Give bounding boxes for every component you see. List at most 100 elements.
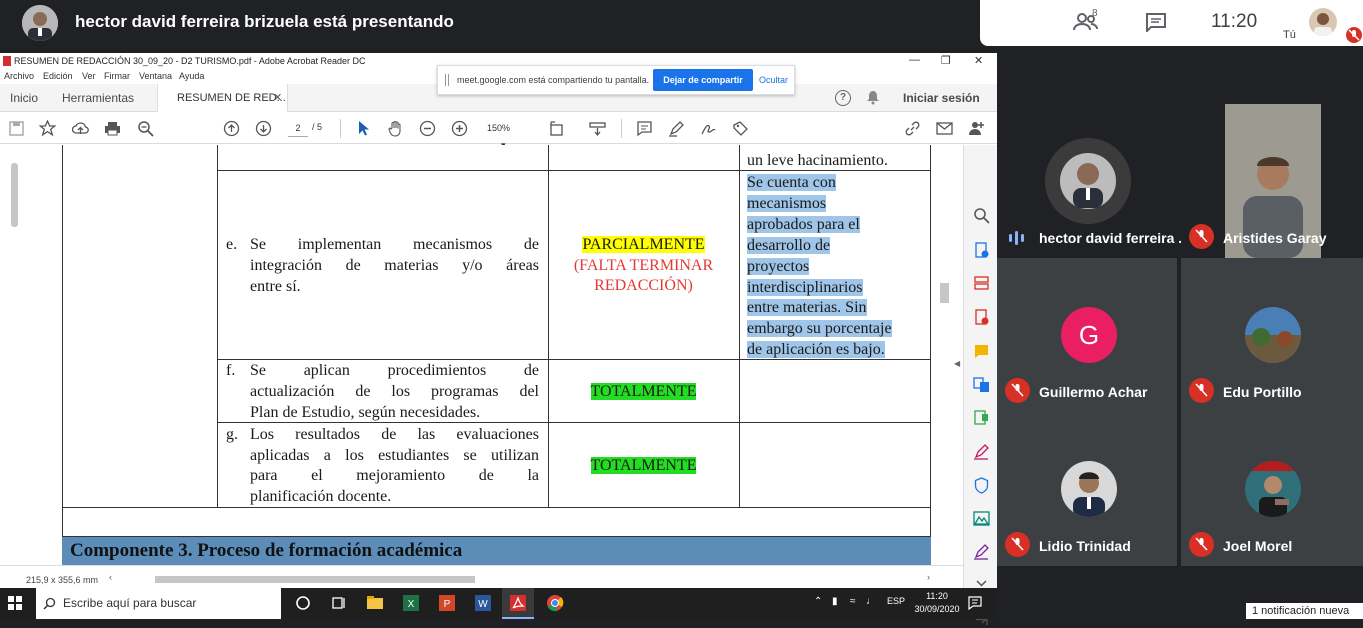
menu-firmar[interactable]: Firmar [104,71,130,81]
pdf-page: un leve hacinamiento. e. Se implementan … [25,145,937,565]
tag-share-icon[interactable] [732,120,749,137]
page-down-icon[interactable] [255,120,272,137]
word-icon[interactable]: W [473,593,493,613]
participant-avatar [1245,461,1301,517]
battery-icon[interactable]: ▮ [832,596,838,607]
zoom-in-icon[interactable] [451,120,468,137]
select-cursor-icon[interactable] [355,120,372,137]
create-pdf-icon[interactable] [973,309,990,326]
powerpoint-icon[interactable]: P [437,593,457,613]
zoom-search-icon[interactable] [137,120,154,137]
participant-tile[interactable]: G Guillermo Achar [997,258,1177,412]
acrobat-window: RESUMEN DE REDACCIÓN 30_09_20 - D2 TURIS… [0,53,997,625]
protect-shield-icon[interactable] [973,477,990,494]
acrobat-taskbar-button[interactable] [502,588,534,619]
add-user-icon[interactable] [968,120,985,137]
notification-toast[interactable]: 1 notificación nueva [1246,603,1363,619]
stop-sharing-button[interactable]: Dejar de compartir [653,69,753,91]
right-scrollbar[interactable]: ◀ [937,145,963,565]
cortana-icon[interactable] [293,593,313,613]
page-size-text: 215,9 x 355,6 mm [26,575,99,585]
request-signature-icon[interactable] [973,543,990,560]
horizontal-scrollbar[interactable]: ‹ › [109,572,933,584]
print-icon[interactable] [104,120,121,137]
language-indicator[interactable]: ESP [887,596,905,606]
help-icon[interactable]: ? [835,90,851,106]
taskbar-clock[interactable]: 11:20 30/09/2020 [912,590,962,616]
row-g-status: TOTALMENTE [548,455,739,476]
participant-tile[interactable]: Joel Morel [1181,412,1363,566]
participant-tile[interactable]: Aristides Garay [1181,104,1363,258]
chrome-icon[interactable] [545,593,565,613]
close-icon[interactable]: ✕ [974,54,983,67]
window-title: RESUMEN DE REDACCIÓN 30_09_20 - D2 TURIS… [14,56,366,66]
participant-tile[interactable]: hector david ferreira ... [997,104,1190,258]
screen-share-bar: meet.google.com está compartiendo tu pan… [437,65,795,95]
zoom-select[interactable]: 150% ▾ [481,120,531,150]
participant-avatar: G [1061,307,1117,363]
menu-edicion[interactable]: Edición [43,71,73,81]
tray-chevron-icon[interactable]: ⌃ [814,596,822,607]
tab-herramientas[interactable]: Herramientas [62,91,134,105]
sign-icon[interactable] [700,120,717,137]
combine-files-icon[interactable] [973,376,990,393]
tab-inicio[interactable]: Inicio [10,91,38,105]
highlight-pen-icon[interactable] [668,120,685,137]
acrobat-toolbar: 2 / 5 150% ▾ [0,113,997,150]
menu-ventana[interactable]: Ventana [139,71,172,81]
edit-pdf-icon[interactable] [973,409,990,426]
enhance-scan-icon[interactable] [973,510,990,527]
excel-icon[interactable]: X [401,593,421,613]
drag-handle-icon[interactable] [445,74,449,86]
minimize-icon[interactable]: — [909,54,920,66]
organize-pages-icon[interactable] [973,275,990,292]
page-up-icon[interactable] [223,120,240,137]
menu-archivo[interactable]: Archivo [4,71,34,81]
hand-icon[interactable] [387,120,404,137]
participant-tile[interactable]: Lidio Trinidad [997,412,1177,566]
participant-tile[interactable]: Edu Portillo [1181,258,1363,412]
fit-page-icon[interactable] [548,120,565,137]
scroll-left-icon[interactable]: ‹ [109,572,112,582]
menu-ver[interactable]: Ver [82,71,96,81]
taskbar-search-box[interactable]: Escribe aquí para buscar [36,588,281,619]
fill-sign-icon[interactable] [973,443,990,460]
self-avatar [1309,8,1337,36]
save-icon[interactable] [8,120,25,137]
row-g-letter: g. [226,426,238,443]
task-view-icon[interactable] [329,593,349,613]
email-icon[interactable] [936,120,953,137]
login-link[interactable]: Iniciar sesión [903,91,980,105]
wifi-icon[interactable]: ≈ [850,596,856,607]
bell-icon[interactable] [866,90,880,105]
zoom-tool-icon[interactable] [973,207,990,224]
meet-clock: 11:20 [1211,11,1258,32]
chat-icon[interactable] [1145,12,1167,32]
left-scrollbar[interactable] [0,145,25,565]
participant-name: hector david ferreira ... [1039,230,1190,246]
notification-center-icon[interactable] [968,596,982,610]
page-number-input[interactable]: 2 [288,120,308,137]
row-f-letter: f. [226,362,236,379]
link-icon[interactable] [904,120,921,137]
file-explorer-icon[interactable] [365,593,385,613]
people-count: 8 [1092,8,1098,19]
note-line: aprobados para el [747,216,860,233]
tab-document[interactable]: RESUMEN DE RED... ✕ [157,84,288,112]
menu-ayuda[interactable]: Ayuda [179,71,204,81]
scroll-right-icon[interactable]: › [927,572,930,582]
zoom-out-icon[interactable] [419,120,436,137]
upload-cloud-icon[interactable] [72,120,89,137]
scroll-mode-icon[interactable] [589,120,606,137]
collapse-panel-icon[interactable]: ◀ [954,359,960,368]
hide-button[interactable]: Ocultar [759,75,788,85]
star-icon[interactable] [39,120,56,137]
volume-icon[interactable]: ♩ [866,596,876,607]
maximize-icon[interactable]: ❐ [941,54,951,67]
export-pdf-icon[interactable] [973,242,990,259]
windows-start-icon[interactable] [8,596,22,610]
windows-taskbar: Escribe aquí para buscar X P W ⌃ ▮ ≈ ♩ E… [0,588,997,619]
comment-tool-icon[interactable] [973,343,990,360]
comment-icon[interactable] [636,120,653,137]
tab-close-icon[interactable]: ✕ [273,91,282,104]
